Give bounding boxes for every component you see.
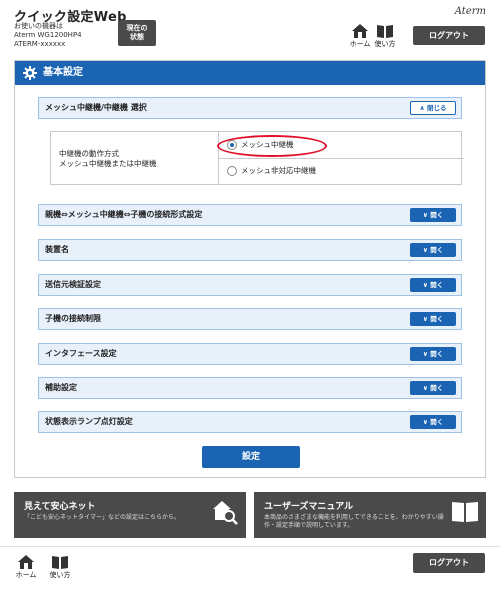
accordion-interface[interactable]: インタフェース設定 ∨ 開く — [38, 343, 462, 365]
user-manual-card[interactable]: ユーザーズマニュアル 本商品のさまざまな機能を利用してできることを、わかりやすい… — [254, 492, 486, 538]
section-title: 基本設定 — [43, 67, 83, 78]
home-icon — [352, 24, 368, 38]
footer-divider — [0, 546, 500, 547]
open-button[interactable]: ∨ 開く — [410, 278, 456, 292]
manual-card-title: ユーザーズマニュアル — [264, 502, 354, 512]
footer-home-label: ホーム — [15, 571, 37, 579]
accordion-connection-type[interactable]: 親機⇔メッシュ中継機⇔子機の接続形式設定 ∨ 開く — [38, 204, 462, 226]
highlight-circle — [217, 135, 327, 157]
open-button[interactable]: ∨ 開く — [410, 208, 456, 222]
option-divider — [219, 158, 464, 159]
accordion-title: 状態表示ランプ点灯設定 — [45, 417, 133, 426]
current-status-button[interactable]: 現在の 状態 — [118, 20, 156, 46]
mesh-label-line-1: 中継機の動作方式 — [59, 149, 119, 158]
home-nav[interactable]: ホーム — [348, 24, 372, 49]
safety-card-title: 見えて安心ネット — [24, 502, 96, 512]
device-line-3: ATERM-xxxxxx — [14, 40, 66, 48]
accordion-title: 装置名 — [45, 245, 69, 254]
brand-logo: Aterm — [454, 6, 486, 17]
mesh-mode-label: 中継機の動作方式 メッシュ中継機または中継機 — [59, 149, 157, 169]
accordion-title: 親機⇔メッシュ中継機⇔子機の接続形式設定 — [45, 210, 203, 219]
close-button[interactable]: ∧ 閉じる — [410, 101, 456, 115]
accordion-auxiliary[interactable]: 補助設定 ∨ 開く — [38, 377, 462, 399]
set-button[interactable]: 設定 — [202, 446, 300, 468]
book-icon — [452, 502, 478, 522]
open-button[interactable]: ∨ 開く — [410, 243, 456, 257]
accordion-title: 子機の接続制限 — [45, 314, 101, 323]
status-line-1: 現在の — [126, 24, 148, 32]
mesh-mode-box: 中継機の動作方式 メッシュ中継機または中継機 メッシュ中継機 メッシュ非対応中継… — [50, 131, 464, 185]
header: クイック設定Web お使いの機器は Aterm WG1200HP4 ATERM-… — [0, 0, 500, 52]
footer-manual-nav[interactable]: 使い方 — [48, 555, 72, 580]
radio-unselected[interactable] — [227, 166, 237, 176]
section-header: 基本設定 — [15, 61, 485, 85]
gear-icon — [23, 66, 37, 80]
manual-card-desc: 本商品のさまざまな機能を利用してできることを、わかりやすい操 作・設定手順で説明… — [264, 514, 444, 530]
main-panel: 基本設定 メッシュ中継機/中継機 選択 ∧ 閉じる 中継機の動作方式 メッシュ中… — [14, 60, 486, 478]
manual-desc-line-2: 作・設定手順で説明しています。 — [264, 522, 354, 529]
book-icon — [377, 25, 393, 38]
footer-home-nav[interactable]: ホーム — [14, 555, 38, 580]
mesh-mode-options: メッシュ中継機 メッシュ非対応中継機 — [217, 132, 464, 184]
open-button[interactable]: ∨ 開く — [410, 312, 456, 326]
footer-logout-button[interactable]: ログアウト — [413, 553, 485, 573]
accordion-title: 補助設定 — [45, 383, 77, 392]
option-non-mesh-label: メッシュ非対応中継機 — [241, 166, 316, 175]
accordion-title: 送信元検証設定 — [45, 280, 101, 289]
accordion-client-limit[interactable]: 子機の接続制限 ∨ 開く — [38, 308, 462, 330]
open-button[interactable]: ∨ 開く — [410, 347, 456, 361]
logout-button[interactable]: ログアウト — [413, 26, 485, 45]
book-icon — [52, 556, 68, 569]
safety-card-desc: 「こども安心ネットタイマー」などの設定はこちらから。 — [24, 514, 181, 521]
safety-net-card[interactable]: 見えて安心ネット 「こども安心ネットタイマー」などの設定はこちらから。 — [14, 492, 246, 538]
accordion-title: メッシュ中継機/中継機 選択 — [45, 103, 147, 112]
accordion-mesh-select[interactable]: メッシュ中継機/中継機 選択 ∧ 閉じる — [38, 97, 462, 119]
status-line-2: 状態 — [130, 33, 144, 41]
device-line-1: お使いの機器は — [14, 22, 63, 30]
home-icon — [18, 555, 34, 569]
manual-desc-line-1: 本商品のさまざまな機能を利用してできることを、わかりやすい操 — [264, 514, 444, 521]
mesh-label-line-2: メッシュ中継機または中継機 — [59, 159, 157, 168]
open-button[interactable]: ∨ 開く — [410, 415, 456, 429]
footer-manual-label: 使い方 — [49, 571, 71, 579]
accordion-title: インタフェース設定 — [45, 349, 117, 358]
device-line-2: Aterm WG1200HP4 — [14, 31, 82, 39]
accordion-device-name[interactable]: 装置名 ∨ 開く — [38, 239, 462, 261]
device-info: お使いの機器は Aterm WG1200HP4 ATERM-xxxxxx — [14, 22, 82, 49]
open-button[interactable]: ∨ 開く — [410, 381, 456, 395]
manual-nav[interactable]: 使い方 — [373, 24, 397, 49]
accordion-source-verify[interactable]: 送信元検証設定 ∨ 開く — [38, 274, 462, 296]
manual-label: 使い方 — [374, 40, 396, 48]
home-label: ホーム — [349, 40, 371, 48]
home-search-icon — [213, 501, 238, 525]
option-non-mesh-repeater[interactable]: メッシュ非対応中継機 — [227, 164, 316, 178]
accordion-status-lamp[interactable]: 状態表示ランプ点灯設定 ∨ 開く — [38, 411, 462, 433]
